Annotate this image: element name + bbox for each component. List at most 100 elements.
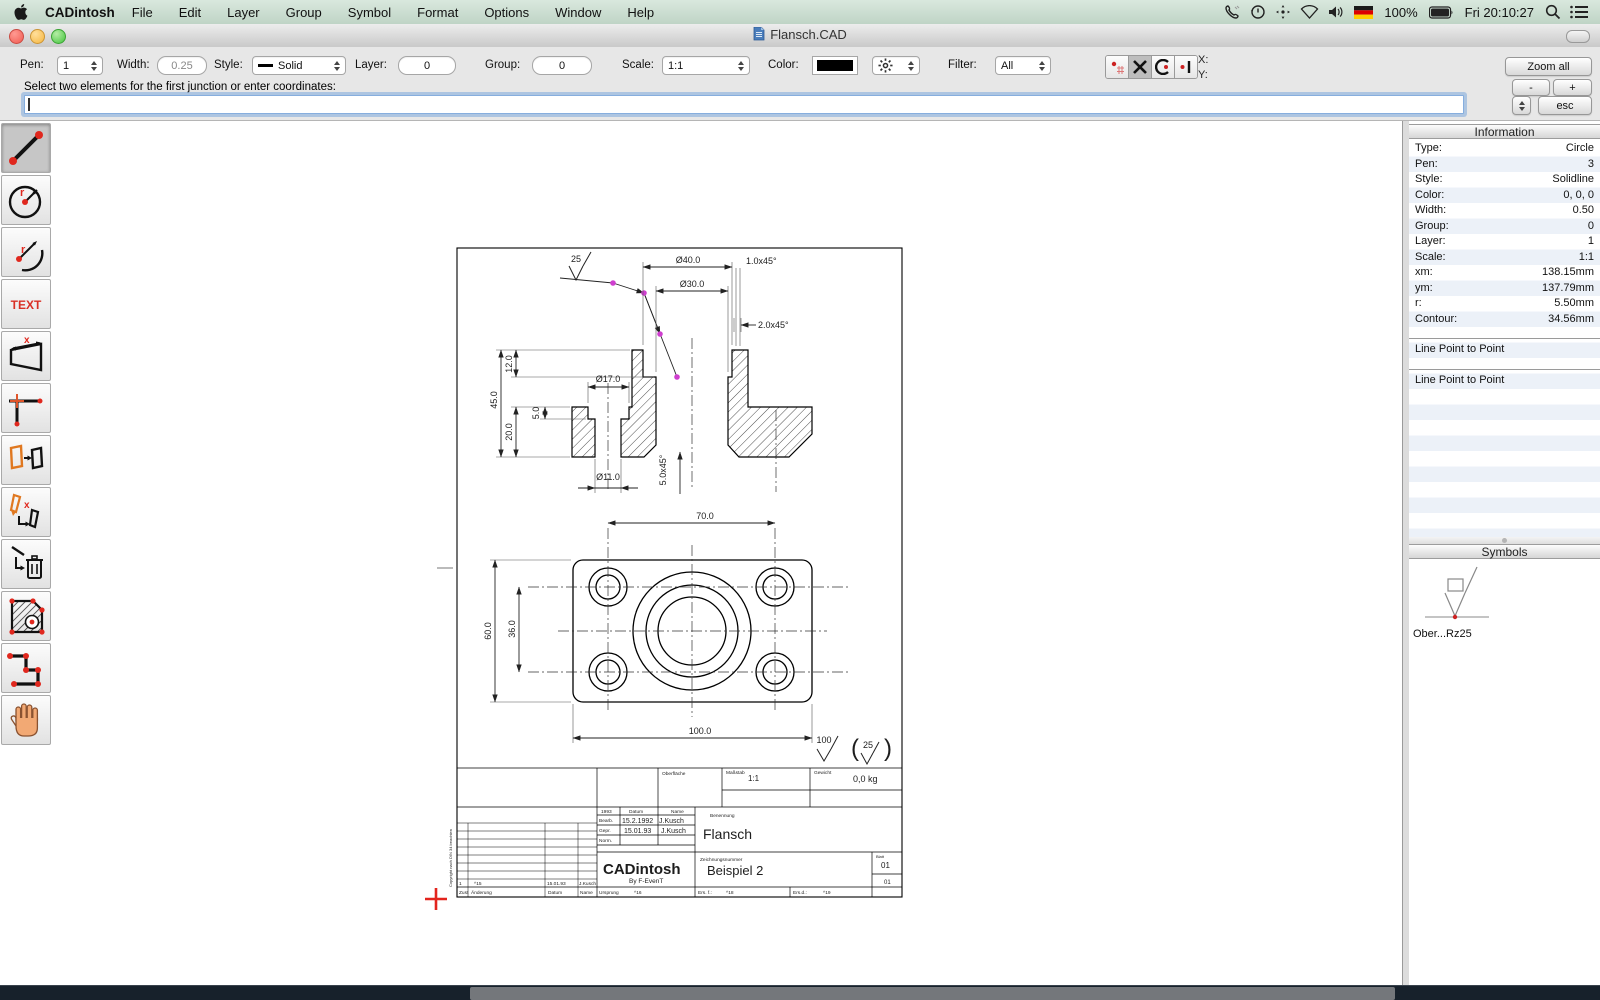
menu-clock[interactable]: Fri 20:10:27 <box>1463 5 1536 20</box>
surface-mark-label: 100 <box>816 735 831 745</box>
zoom-in-button[interactable]: + <box>1553 79 1592 96</box>
information-panel-header[interactable]: Information <box>1409 124 1600 139</box>
menu-group[interactable]: Group <box>273 5 335 20</box>
titleblock-label: Datum <box>548 890 562 896</box>
dim-label: 25 <box>571 254 581 264</box>
delete-tool[interactable] <box>1 539 51 589</box>
titleblock-label: Blatt <box>876 854 885 859</box>
titleblock-value: 0,0 kg <box>853 774 878 784</box>
snap-grid-button[interactable] <box>1106 56 1129 78</box>
zoom-all-button[interactable]: Zoom all <box>1505 57 1592 76</box>
history-entry[interactable]: Line Point to Point <box>1415 373 1504 388</box>
modify-tool[interactable]: x <box>1 487 51 537</box>
titleblock-value: 01 <box>881 861 890 870</box>
surface-symbol-preview[interactable] <box>1423 564 1513 626</box>
menu-file[interactable]: File <box>119 5 166 20</box>
menu-help[interactable]: Help <box>614 5 667 20</box>
text-tool[interactable]: TEXT <box>1 279 51 329</box>
titleblock-label: Benennung <box>710 813 735 819</box>
hatch-tool[interactable] <box>1 591 51 641</box>
titleblock-label: Ursprung <box>599 890 619 896</box>
x-coordinate-label: X: <box>1198 54 1208 66</box>
filter-stepper[interactable]: All <box>995 56 1051 75</box>
selection-handle[interactable] <box>657 331 663 337</box>
pen-label: Pen: <box>20 59 44 71</box>
toolbar-toggle-widget[interactable] <box>1566 30 1590 43</box>
menu-layer[interactable]: Layer <box>214 5 273 20</box>
wifi-icon[interactable] <box>1300 5 1319 19</box>
app-menu[interactable]: CADintosh <box>45 5 115 20</box>
titleblock-value: 1:1 <box>748 774 760 783</box>
layer-field[interactable]: 0 <box>398 56 456 75</box>
dim-label: 36.0 <box>507 620 517 638</box>
zoom-out-button[interactable]: - <box>1512 79 1550 96</box>
width-field[interactable]: 0.25 <box>157 56 207 75</box>
cadintosh-app: 25 Ø40.0 1.0x45° Ø30.0 <box>0 0 1600 1000</box>
apple-menu-icon[interactable] <box>14 4 29 21</box>
menu-options[interactable]: Options <box>471 5 542 20</box>
scale-stepper[interactable]: 1:1 <box>662 56 750 75</box>
dim-label: 12.0 <box>504 355 514 373</box>
titleblock-value: ^19 <box>823 890 831 896</box>
pen-stepper[interactable]: 1 <box>57 56 103 75</box>
pan-hand-icon <box>4 698 48 742</box>
selection-handle[interactable] <box>674 374 680 380</box>
dimension-tool[interactable]: x <box>1 331 51 381</box>
drawing-canvas[interactable]: 25 Ø40.0 1.0x45° Ø30.0 <box>0 0 1600 1000</box>
construction-lines-tool[interactable] <box>1 383 51 433</box>
toolbar: Pen: 1 Width: 0.25 Style: Solid Layer: 0… <box>0 47 1600 121</box>
selection-handle[interactable] <box>610 280 616 286</box>
volume-icon[interactable] <box>1328 5 1345 19</box>
battery-icon[interactable] <box>1429 6 1454 19</box>
dim-label: 70.0 <box>696 511 714 521</box>
info-row-r: r:5.50mm <box>1409 296 1600 312</box>
sync-icon[interactable] <box>1250 4 1266 20</box>
settings-stepper[interactable] <box>872 56 920 75</box>
window-title-bar[interactable]: Flansch.CAD <box>0 24 1600 48</box>
selection-handle[interactable] <box>641 290 647 296</box>
color-swatch[interactable] <box>812 56 858 75</box>
snap-endpoint-button[interactable] <box>1175 56 1197 78</box>
titleblock-value: ^18 <box>726 890 734 896</box>
phone-icon[interactable] <box>1225 4 1241 20</box>
accessibility-icon[interactable] <box>1275 4 1291 20</box>
svg-text:x: x <box>24 500 30 511</box>
menu-edit[interactable]: Edit <box>166 5 214 20</box>
layer-label: Layer: <box>355 59 387 71</box>
horizontal-scrollbar-thumb[interactable] <box>470 987 1395 1000</box>
menu-format[interactable]: Format <box>404 5 471 20</box>
polyline-tool[interactable] <box>1 643 51 693</box>
symbols-panel-header[interactable]: Symbols <box>1409 544 1600 559</box>
titleblock-value: J.Kusch <box>661 828 686 835</box>
info-row-color: Color:0, 0, 0 <box>1409 188 1600 204</box>
zoom-stepper[interactable] <box>1512 96 1531 115</box>
line-tool[interactable] <box>1 123 51 173</box>
coordinate-input[interactable] <box>24 95 1464 114</box>
copy-tool[interactable] <box>1 435 51 485</box>
arc-radius-tool[interactable]: r <box>1 227 51 277</box>
snap-intersection-button[interactable] <box>1129 56 1152 78</box>
symbol-name-label: Ober...Rz25 <box>1413 628 1472 640</box>
keyboard-layout-flag-icon[interactable] <box>1354 6 1373 19</box>
escape-button[interactable]: esc <box>1538 96 1592 115</box>
menu-symbol[interactable]: Symbol <box>335 5 404 20</box>
pan-tool[interactable] <box>1 695 51 745</box>
snap-center-button[interactable] <box>1152 56 1175 78</box>
group-field[interactable]: 0 <box>532 56 592 75</box>
titleblock-label: Ers.d.: <box>793 890 807 896</box>
menu-window[interactable]: Window <box>542 5 614 20</box>
hatch-tool-icon <box>4 594 48 638</box>
sheet-frame <box>457 248 902 897</box>
notification-list-icon[interactable] <box>1570 5 1588 19</box>
dim-label: 5.0x45° <box>658 454 668 485</box>
dim-label: Ø40.0 <box>676 255 701 265</box>
style-label: Style: <box>214 59 243 71</box>
titleblock-label: Zust <box>459 890 469 896</box>
battery-percentage[interactable]: 100% <box>1382 5 1419 20</box>
spotlight-search-icon[interactable] <box>1545 4 1561 20</box>
information-rows: Type:Circle Pen:3 Style:Solidline Color:… <box>1409 141 1600 537</box>
style-stepper[interactable]: Solid <box>252 56 346 75</box>
horizontal-scrollbar-track[interactable] <box>0 985 1600 1000</box>
history-entry[interactable]: Line Point to Point <box>1415 342 1504 357</box>
circle-radius-tool[interactable]: r <box>1 175 51 225</box>
